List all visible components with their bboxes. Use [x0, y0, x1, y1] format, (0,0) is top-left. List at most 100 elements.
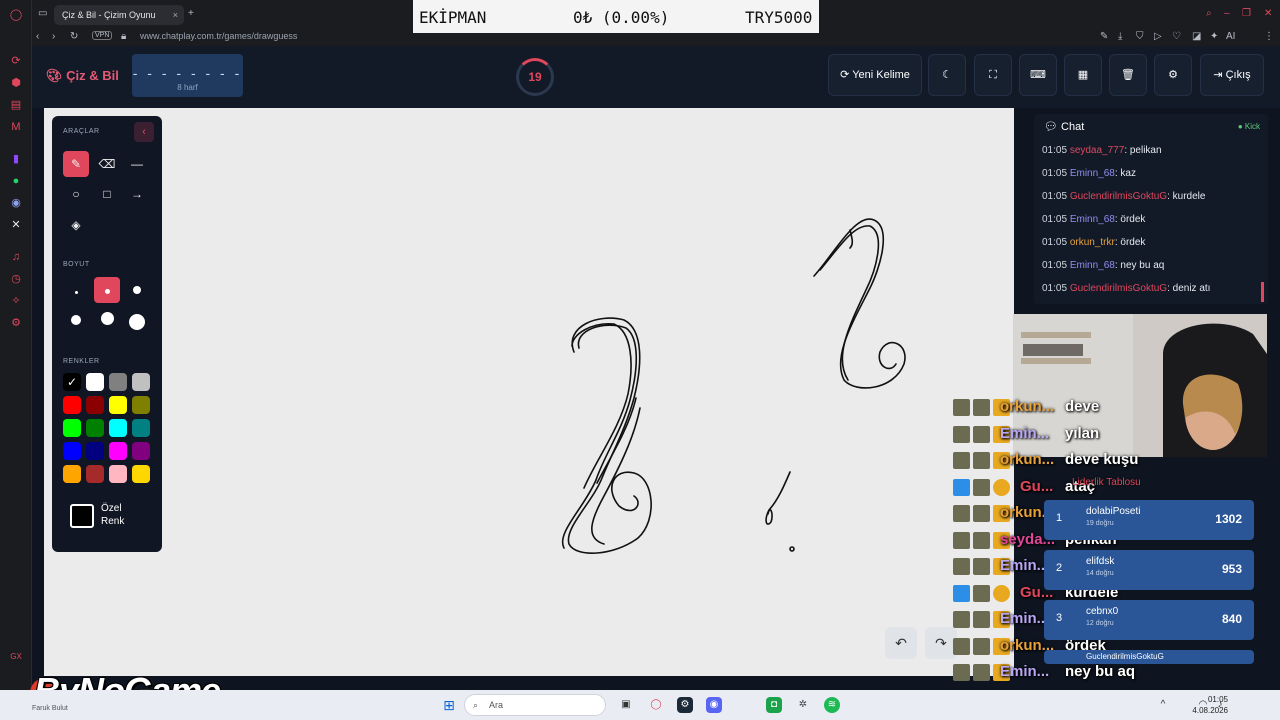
stream-chat-username[interactable]: Emin...	[1000, 610, 1049, 627]
circle-tool[interactable]: ○	[63, 181, 89, 207]
x-icon[interactable]: ✕	[9, 218, 23, 232]
play-icon[interactable]: ▷	[1154, 31, 1162, 42]
back-icon[interactable]: ‹	[36, 31, 39, 42]
undo-button[interactable]: ↶	[885, 627, 917, 659]
dark-mode-button[interactable]: ☾	[928, 54, 966, 96]
app-icon[interactable]: ◘	[766, 697, 782, 713]
crypto-wallet-icon[interactable]: ⬢	[9, 76, 23, 90]
custom-color-label[interactable]: Özel Renk	[101, 502, 141, 528]
exit-button[interactable]: ⇥ Çıkış	[1200, 54, 1264, 96]
size-4[interactable]	[63, 308, 89, 334]
brush-tool[interactable]: ✎	[63, 151, 89, 177]
messenger-icon[interactable]: M	[9, 120, 23, 134]
color-swatch[interactable]	[86, 465, 104, 483]
spotify-icon[interactable]: ≋	[824, 697, 840, 713]
color-swatch[interactable]	[132, 465, 150, 483]
app-logo[interactable]: 🎨︎ Çiz & Bil	[46, 68, 119, 84]
size-1[interactable]	[63, 277, 89, 303]
color-swatch[interactable]	[109, 396, 127, 414]
custom-color-button[interactable]	[70, 504, 94, 528]
color-swatch[interactable]	[63, 419, 81, 437]
new-tab-icon[interactable]: +	[188, 8, 194, 19]
color-swatch[interactable]	[63, 465, 81, 483]
chat-scrollbar[interactable]	[1261, 282, 1264, 302]
color-swatch[interactable]	[63, 442, 81, 460]
tab-active[interactable]: Çiz & Bil - Çizim Oyunu ×	[54, 5, 184, 25]
heart-icon[interactable]: ♡	[1172, 31, 1181, 42]
color-swatch[interactable]	[86, 396, 104, 414]
settings-button[interactable]: ⚙	[1154, 54, 1192, 96]
fill-tool[interactable]: ◈	[63, 212, 89, 238]
taskbar-clock[interactable]: 01:05 4.08.2026	[1192, 694, 1228, 716]
ai-icon[interactable]: AI	[1226, 31, 1235, 42]
archive-button[interactable]: ▦	[1064, 54, 1102, 96]
chat-username[interactable]: Eminn_68	[1070, 260, 1115, 271]
tab-workspace-icon[interactable]: ▭	[38, 8, 47, 19]
clear-canvas-button[interactable]: 🗑︎	[1109, 54, 1147, 96]
discord-icon[interactable]: ◉	[706, 697, 722, 713]
collapse-button[interactable]: ‹	[134, 122, 154, 142]
size-2[interactable]	[94, 277, 120, 303]
minimize-icon[interactable]: –	[1224, 8, 1230, 19]
gx-icon[interactable]: GX	[9, 650, 23, 664]
aria-icon[interactable]: ▤	[9, 98, 23, 112]
fullscreen-button[interactable]: ⛶	[974, 54, 1012, 96]
color-swatch[interactable]	[132, 442, 150, 460]
pin-icon[interactable]: ✎	[1100, 31, 1108, 42]
tray-chevron-icon[interactable]: ^	[1155, 697, 1171, 713]
search-icon[interactable]: ⌕	[1206, 8, 1212, 19]
color-swatch[interactable]	[63, 396, 81, 414]
eraser-tool[interactable]: ⌫	[94, 151, 120, 177]
stream-chat-username[interactable]: orkun...	[1000, 398, 1054, 415]
menu-icon[interactable]: ⋮	[1264, 31, 1274, 42]
opera-gx-icon[interactable]: ◯	[648, 697, 664, 713]
network-app-icon[interactable]: ✲	[795, 697, 811, 713]
stream-chat-username[interactable]: Emin...	[1000, 425, 1049, 442]
history-icon[interactable]: ⟳	[9, 54, 23, 68]
whatsapp-icon[interactable]: ●	[9, 174, 23, 188]
chat-username[interactable]: Eminn_68	[1070, 168, 1115, 179]
close-icon[interactable]: ×	[173, 5, 178, 25]
taskbar-search[interactable]: ⌕ Ara	[464, 694, 606, 716]
steam-icon[interactable]: ⚙	[677, 697, 693, 713]
chat-username[interactable]: Eminn_68	[1070, 214, 1115, 225]
music-icon[interactable]: ♫	[9, 250, 23, 264]
new-word-button[interactable]: ⟳ Yeni Kelime	[828, 54, 922, 96]
color-swatch[interactable]	[86, 442, 104, 460]
color-swatch[interactable]	[109, 373, 127, 391]
drawing-canvas[interactable]	[44, 108, 1014, 676]
avatar-icon[interactable]: ◪	[1192, 31, 1201, 42]
shield-icon[interactable]: ⛉	[1136, 31, 1144, 42]
windows-start-icon[interactable]: ⊞	[441, 697, 457, 713]
clock-icon[interactable]: ◷	[9, 272, 23, 286]
url-field[interactable]: www.chatplay.com.tr/games/drawguess	[140, 31, 297, 41]
chat-username[interactable]: GuclendirilmisGoktuG	[1070, 191, 1167, 202]
color-swatch[interactable]	[86, 419, 104, 437]
size-6[interactable]	[124, 308, 150, 334]
chat-username[interactable]: orkun_trkr	[1070, 237, 1115, 248]
arrow-tool[interactable]: →	[124, 181, 150, 207]
stream-chat-username[interactable]: Emin...	[1000, 663, 1049, 680]
color-swatch[interactable]	[132, 373, 150, 391]
color-swatch[interactable]	[109, 442, 127, 460]
keyboard-button[interactable]: ⌨	[1019, 54, 1057, 96]
twitch-icon[interactable]: ▮	[9, 152, 23, 166]
rectangle-tool[interactable]: □	[94, 181, 120, 207]
line-tool[interactable]: —	[124, 151, 150, 177]
size-5[interactable]	[94, 308, 120, 334]
color-swatch[interactable]	[132, 396, 150, 414]
stream-chat-username[interactable]: Emin...	[1000, 557, 1049, 574]
opera-logo-icon[interactable]: ◯	[9, 8, 23, 22]
size-3[interactable]	[124, 277, 150, 303]
color-swatch[interactable]	[109, 465, 127, 483]
vpn-badge[interactable]: VPN	[92, 31, 113, 40]
reload-icon[interactable]: ↻	[70, 31, 78, 42]
maximize-icon[interactable]: ❐	[1242, 8, 1251, 19]
discord-icon[interactable]: ◉	[9, 196, 23, 210]
forward-icon[interactable]: ›	[52, 31, 55, 42]
download-icon[interactable]: ⤓	[1118, 31, 1122, 42]
color-swatch[interactable]	[86, 373, 104, 391]
window-close-icon[interactable]: ✕	[1264, 8, 1272, 19]
bulb-icon[interactable]: ✧	[9, 294, 23, 308]
chat-username[interactable]: GuclendirilmisGoktuG	[1070, 283, 1167, 294]
